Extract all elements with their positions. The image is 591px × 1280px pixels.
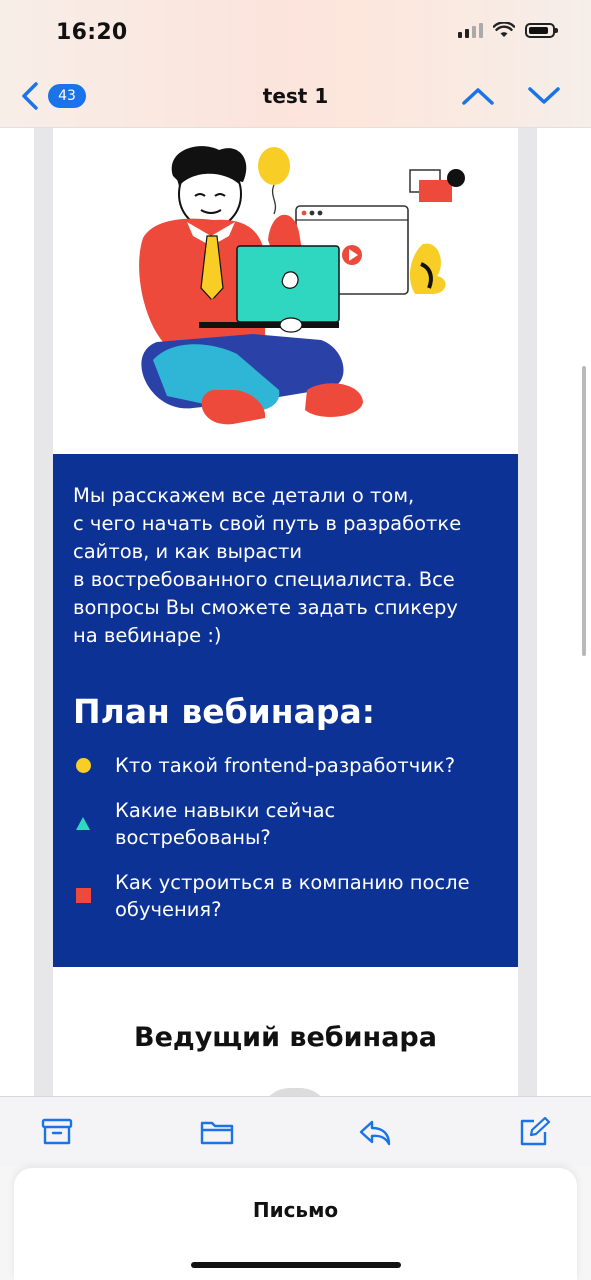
signal-icon xyxy=(458,22,483,38)
battery-icon xyxy=(525,22,558,38)
header: 16:20 43 test 1 xyxy=(0,0,591,128)
folder-icon[interactable] xyxy=(200,1117,234,1147)
host-avatar xyxy=(260,1088,330,1096)
triangle-bullet-icon xyxy=(73,810,93,837)
plan-title: План вебинара: xyxy=(73,692,375,731)
email-body[interactable]: Мы расскажем все детали о том, с чего на… xyxy=(0,128,591,1096)
list-item: Как устроиться в компанию после обучения… xyxy=(73,869,503,923)
scrollbar[interactable] xyxy=(582,366,586,656)
previous-message-icon[interactable] xyxy=(460,80,496,112)
developer-illustration xyxy=(139,146,465,425)
list-item: Какие навыки сейчас востребованы? xyxy=(73,797,503,851)
thread-title: test 1 xyxy=(262,84,329,108)
archive-icon[interactable] xyxy=(40,1117,74,1147)
plan-item-text: Как устроиться в компанию после обучения… xyxy=(115,871,470,921)
plan-item-text: Какие навыки сейчас востребованы? xyxy=(115,799,336,849)
circle-bullet-icon xyxy=(73,752,93,779)
home-indicator[interactable] xyxy=(191,1262,401,1268)
plan-list: Кто такой frontend-разработчик? Какие на… xyxy=(73,752,503,941)
status-icons xyxy=(458,22,558,38)
email-card: Мы расскажем все детали о том, с чего на… xyxy=(53,128,518,1096)
reply-icon[interactable] xyxy=(358,1117,392,1147)
sheet-title: Письмо xyxy=(252,1198,339,1222)
status-time: 16:20 xyxy=(56,20,128,45)
mail-toolbar xyxy=(0,1096,591,1167)
square-bullet-icon xyxy=(73,882,93,909)
wifi-icon xyxy=(493,22,515,37)
webinar-info-panel: Мы расскажем все детали о том, с чего на… xyxy=(53,454,518,967)
next-message-icon[interactable] xyxy=(526,80,562,112)
plan-item-text: Кто такой frontend-разработчик? xyxy=(115,754,456,777)
intro-text: Мы расскажем все детали о том, с чего на… xyxy=(73,484,462,647)
list-item: Кто такой frontend-разработчик? xyxy=(73,752,503,779)
host-heading: Ведущий вебинара xyxy=(134,1022,437,1053)
compose-icon[interactable] xyxy=(518,1117,552,1147)
